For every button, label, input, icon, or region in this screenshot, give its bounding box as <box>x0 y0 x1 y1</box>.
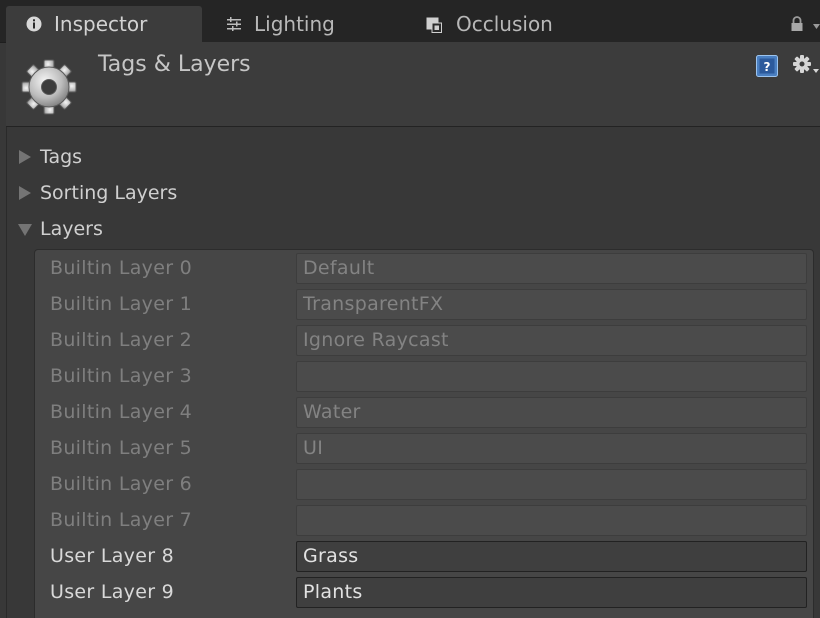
layer-name-field <box>296 505 807 536</box>
layer-name-field <box>296 361 807 392</box>
layer-label: User Layer 8 <box>50 545 175 567</box>
layer-name-field[interactable]: Grass <box>296 541 807 572</box>
settings-gear-icon[interactable] <box>792 54 820 76</box>
layer-label: Builtin Layer 3 <box>50 365 193 387</box>
layer-label: User Layer 9 <box>50 581 175 603</box>
collapsed-arrow-icon <box>19 186 31 200</box>
layer-row: Builtin Layer 1 TransparentFX <box>35 286 813 322</box>
layer-label: Builtin Layer 4 <box>50 401 193 423</box>
layer-row: Builtin Layer 7 <box>35 502 813 538</box>
layer-label: Builtin Layer 5 <box>50 437 193 459</box>
help-icon[interactable]: ? <box>756 55 778 77</box>
svg-text:?: ? <box>764 60 771 74</box>
layer-name-field: Water <box>296 397 807 428</box>
layer-name-field: Default <box>296 253 807 284</box>
occlusion-icon <box>426 17 442 33</box>
layer-row: Builtin Layer 6 <box>35 466 813 502</box>
tags-foldout[interactable]: Tags <box>17 142 417 172</box>
layer-row: Builtin Layer 4 Water <box>35 394 813 430</box>
lock-icon[interactable] <box>790 16 804 32</box>
layers-foldout-label: Layers <box>40 218 103 240</box>
layer-row: Builtin Layer 5 UI <box>35 430 813 466</box>
gear-icon <box>21 59 77 115</box>
sorting-layers-foldout-label: Sorting Layers <box>40 182 178 204</box>
layer-label: Builtin Layer 6 <box>50 473 193 495</box>
layer-name-field[interactable]: Plants <box>296 577 807 608</box>
layer-name-field: Ignore Raycast <box>296 325 807 356</box>
layer-label: Builtin Layer 0 <box>50 257 193 279</box>
layer-row: Builtin Layer 3 <box>35 358 813 394</box>
layer-row: User Layer 9 Plants <box>35 574 813 610</box>
layer-row: Builtin Layer 2 Ignore Raycast <box>35 322 813 358</box>
tab-occlusion-label: Occlusion <box>456 12 553 36</box>
tags-foldout-label: Tags <box>40 146 83 168</box>
layer-name-field <box>296 469 807 500</box>
layer-name-field: UI <box>296 433 807 464</box>
layer-row: Builtin Layer 0 Default <box>35 250 813 286</box>
expanded-arrow-icon <box>18 224 32 236</box>
lighting-icon <box>227 17 241 31</box>
layer-row: User Layer 8 Grass <box>35 538 813 574</box>
inspector-body: Tags Sorting Layers Layers Builtin Layer… <box>6 127 820 618</box>
layer-name-field: TransparentFX <box>296 289 807 320</box>
tab-lighting-label: Lighting <box>254 12 335 36</box>
tab-inspector[interactable]: Inspector <box>6 6 202 42</box>
inspector-window: Inspector Lighting Occlusion Tags & Laye… <box>0 0 820 618</box>
layer-label: Builtin Layer 2 <box>50 329 193 351</box>
inspector-header: Tags & Layers ? <box>6 42 820 127</box>
layer-label: Builtin Layer 1 <box>50 293 193 315</box>
info-icon <box>26 16 42 32</box>
layers-list: Builtin Layer 0 Default Builtin Layer 1 … <box>34 249 814 618</box>
page-title: Tags & Layers <box>98 52 251 77</box>
layers-foldout[interactable]: Layers <box>17 214 417 244</box>
tab-lighting[interactable]: Lighting <box>222 6 402 42</box>
tab-occlusion[interactable]: Occlusion <box>424 6 644 42</box>
tab-bar: Inspector Lighting Occlusion <box>0 0 820 43</box>
sorting-layers-foldout[interactable]: Sorting Layers <box>17 178 417 208</box>
tab-inspector-label: Inspector <box>54 12 148 36</box>
collapsed-arrow-icon <box>19 150 31 164</box>
tab-menu-icon[interactable] <box>813 22 820 30</box>
layer-label: Builtin Layer 7 <box>50 509 193 531</box>
